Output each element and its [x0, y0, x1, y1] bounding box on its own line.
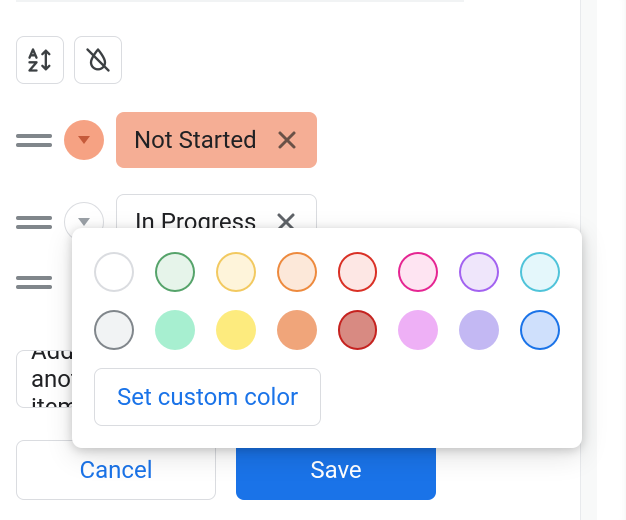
color-swatch[interactable] — [398, 310, 438, 350]
color-picker-popover: Set custom color — [72, 228, 582, 448]
sort-az-icon — [26, 46, 54, 74]
color-swatch[interactable] — [94, 310, 134, 350]
option-chip[interactable]: Not Started — [116, 112, 317, 168]
color-swatch[interactable] — [520, 310, 560, 350]
close-icon — [275, 128, 299, 152]
divider — [16, 0, 464, 2]
remove-option-button[interactable] — [275, 128, 299, 152]
color-swatch[interactable] — [459, 252, 499, 292]
swatch-row — [94, 310, 560, 350]
chevron-down-icon — [78, 136, 90, 144]
drag-handle-icon[interactable] — [16, 216, 52, 229]
droplet-off-icon — [84, 46, 112, 74]
colorblind-toggle-button[interactable] — [74, 36, 122, 84]
color-swatch[interactable] — [277, 310, 317, 350]
save-button[interactable]: Save — [236, 440, 436, 500]
color-swatch[interactable] — [338, 252, 378, 292]
option-row: Not Started — [16, 112, 610, 168]
color-swatch[interactable] — [459, 310, 499, 350]
set-custom-color-label: Set custom color — [117, 383, 298, 411]
add-item-button[interactable]: Add another item — [16, 350, 76, 408]
color-swatch[interactable] — [398, 252, 438, 292]
color-swatch[interactable] — [277, 252, 317, 292]
swatch-row — [94, 252, 560, 292]
color-swatch[interactable] — [338, 310, 378, 350]
color-swatch[interactable] — [520, 252, 560, 292]
cancel-button[interactable]: Cancel — [16, 440, 216, 500]
add-item-label: Add another item — [31, 350, 76, 408]
drag-handle-icon[interactable] — [16, 134, 52, 147]
option-label: Not Started — [134, 126, 257, 154]
color-swatch[interactable] — [216, 310, 256, 350]
color-dropdown-trigger[interactable] — [64, 120, 104, 160]
sort-az-button[interactable] — [16, 36, 64, 84]
chevron-down-icon — [78, 218, 90, 226]
drag-handle-icon[interactable] — [16, 276, 52, 289]
save-label: Save — [310, 456, 361, 484]
set-custom-color-button[interactable]: Set custom color — [94, 368, 321, 426]
cancel-label: Cancel — [79, 456, 152, 484]
color-swatch[interactable] — [155, 310, 195, 350]
color-swatch[interactable] — [216, 252, 256, 292]
color-swatch[interactable] — [94, 252, 134, 292]
color-swatch[interactable] — [155, 252, 195, 292]
